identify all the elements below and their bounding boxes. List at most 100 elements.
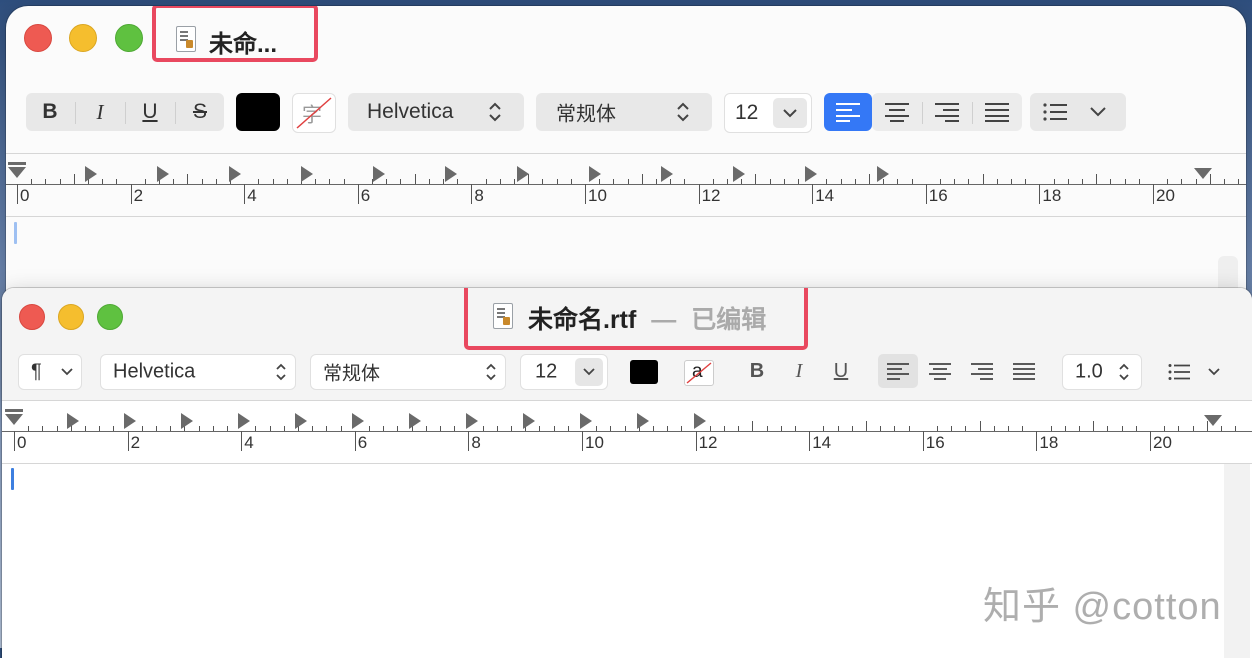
tab-stop-marker[interactable] [352, 413, 364, 429]
font-size-combo[interactable]: 12 [724, 93, 812, 133]
tab-stop-marker[interactable] [733, 166, 745, 182]
minimize-button[interactable] [69, 24, 97, 52]
zoom-button[interactable] [97, 304, 123, 330]
tab-stop-marker[interactable] [124, 413, 136, 429]
align-left-button[interactable] [824, 93, 872, 131]
tab-stop-marker[interactable] [409, 413, 421, 429]
chevron-down-icon [61, 368, 73, 376]
left-indent-marker[interactable] [5, 414, 23, 425]
ruler-label: 4 [247, 186, 257, 205]
ruler-tick [400, 179, 402, 184]
font-style-popup[interactable]: 常规体 [536, 93, 712, 131]
tab-stop-marker[interactable] [238, 413, 250, 429]
tab-stop-marker[interactable] [589, 166, 601, 182]
left-indent-marker[interactable] [8, 167, 26, 178]
ruler-tick [698, 184, 700, 204]
ruler-tick [556, 179, 558, 184]
justify-button[interactable] [1004, 354, 1044, 388]
ruler-tick [911, 179, 913, 184]
tab-stop-marker[interactable] [67, 413, 79, 429]
updown-chevron-icon [489, 102, 501, 122]
first-line-indent-marker[interactable] [8, 162, 26, 165]
align-center-button[interactable] [872, 93, 922, 131]
font-family-popup[interactable]: Helvetica [100, 354, 296, 390]
list-style-popup[interactable] [1030, 93, 1126, 131]
tab-stop-marker[interactable] [694, 413, 706, 429]
font-size-value: 12 [535, 360, 558, 383]
ruler-tick [1178, 426, 1180, 431]
ruler-tick [996, 179, 998, 184]
line-spacing-popup[interactable]: 1.0 [1062, 354, 1142, 390]
font-size-value: 12 [735, 101, 759, 124]
close-button[interactable] [19, 304, 45, 330]
tab-stop-marker[interactable] [85, 166, 97, 182]
tab-stop-marker[interactable] [301, 166, 313, 182]
italic-button[interactable]: I [76, 93, 124, 131]
ruler-tick [851, 426, 853, 431]
updown-chevron-icon [1119, 363, 1129, 381]
strikethrough-button[interactable]: S [176, 93, 224, 131]
tab-stop-marker[interactable] [157, 166, 169, 182]
background-color-well[interactable]: a [684, 360, 714, 386]
underline-button[interactable]: U [126, 93, 174, 131]
minimize-button[interactable] [58, 304, 84, 330]
ruler-tick [1036, 431, 1038, 451]
ruler-label: 2 [130, 433, 141, 452]
tab-stop-marker[interactable] [295, 413, 307, 429]
right-margin-marker[interactable] [1194, 168, 1212, 179]
ruler-tick [471, 184, 473, 204]
bold-button[interactable]: B [742, 354, 772, 388]
tab-stop-marker[interactable] [523, 413, 535, 429]
align-right-button[interactable] [962, 354, 1002, 388]
ruler-label: 18 [1042, 186, 1062, 205]
justify-button[interactable] [972, 93, 1022, 131]
tab-stop-marker[interactable] [661, 166, 673, 182]
font-style-popup[interactable]: 常规体 [310, 354, 506, 390]
tab-stop-marker[interactable] [229, 166, 241, 182]
ruler-tick [951, 426, 953, 431]
tab-stop-marker[interactable] [517, 166, 529, 182]
ruler-label: 16 [928, 186, 948, 205]
tab-stop-marker[interactable] [445, 166, 457, 182]
font-size-dropdown-button[interactable] [575, 358, 603, 386]
close-button[interactable] [24, 24, 52, 52]
ruler-tick [357, 184, 359, 204]
paragraph-style-popup[interactable]: ¶ [18, 354, 82, 390]
font-family-label: Helvetica [367, 100, 454, 123]
ruler-tick [457, 179, 459, 184]
align-left-button[interactable] [878, 354, 918, 388]
underline-button[interactable]: U [826, 354, 856, 388]
title-highlight-box [464, 288, 808, 350]
font-family-popup[interactable]: Helvetica [348, 93, 524, 131]
background-color-well[interactable]: 字 [292, 93, 336, 133]
align-center-button[interactable] [920, 354, 960, 388]
paragraph-glyph: ¶ [31, 360, 42, 383]
bold-button[interactable]: B [26, 93, 74, 131]
ruler-tick [14, 431, 15, 451]
list-style-popup[interactable] [1162, 354, 1232, 388]
first-line-indent-marker[interactable] [5, 409, 23, 412]
tab-stop-marker[interactable] [373, 166, 385, 182]
ruler-baseline [2, 431, 1252, 432]
text-color-well[interactable] [630, 360, 658, 384]
tab-stop-marker[interactable] [466, 413, 478, 429]
tab-stop-marker[interactable] [805, 166, 817, 182]
tab-stop-marker[interactable] [877, 166, 889, 182]
font-size-dropdown-button[interactable] [773, 98, 807, 128]
zoom-button[interactable] [115, 24, 143, 52]
align-right-button[interactable] [922, 93, 972, 131]
text-color-well[interactable] [236, 93, 280, 131]
ruler-tick [99, 426, 101, 431]
tab-stop-marker[interactable] [181, 413, 193, 429]
scrollbar[interactable] [1224, 464, 1250, 658]
font-size-combo[interactable]: 12 [520, 354, 608, 390]
right-margin-marker[interactable] [1204, 415, 1222, 426]
ruler-tick [709, 426, 711, 431]
tab-stop-marker[interactable] [637, 413, 649, 429]
font-family-label: Helvetica [113, 360, 196, 383]
ruler-tick [613, 179, 615, 184]
tab-stop-marker[interactable] [580, 413, 592, 429]
ruler-tick [542, 179, 544, 184]
italic-button[interactable]: I [784, 354, 814, 388]
updown-chevron-icon [486, 363, 496, 381]
